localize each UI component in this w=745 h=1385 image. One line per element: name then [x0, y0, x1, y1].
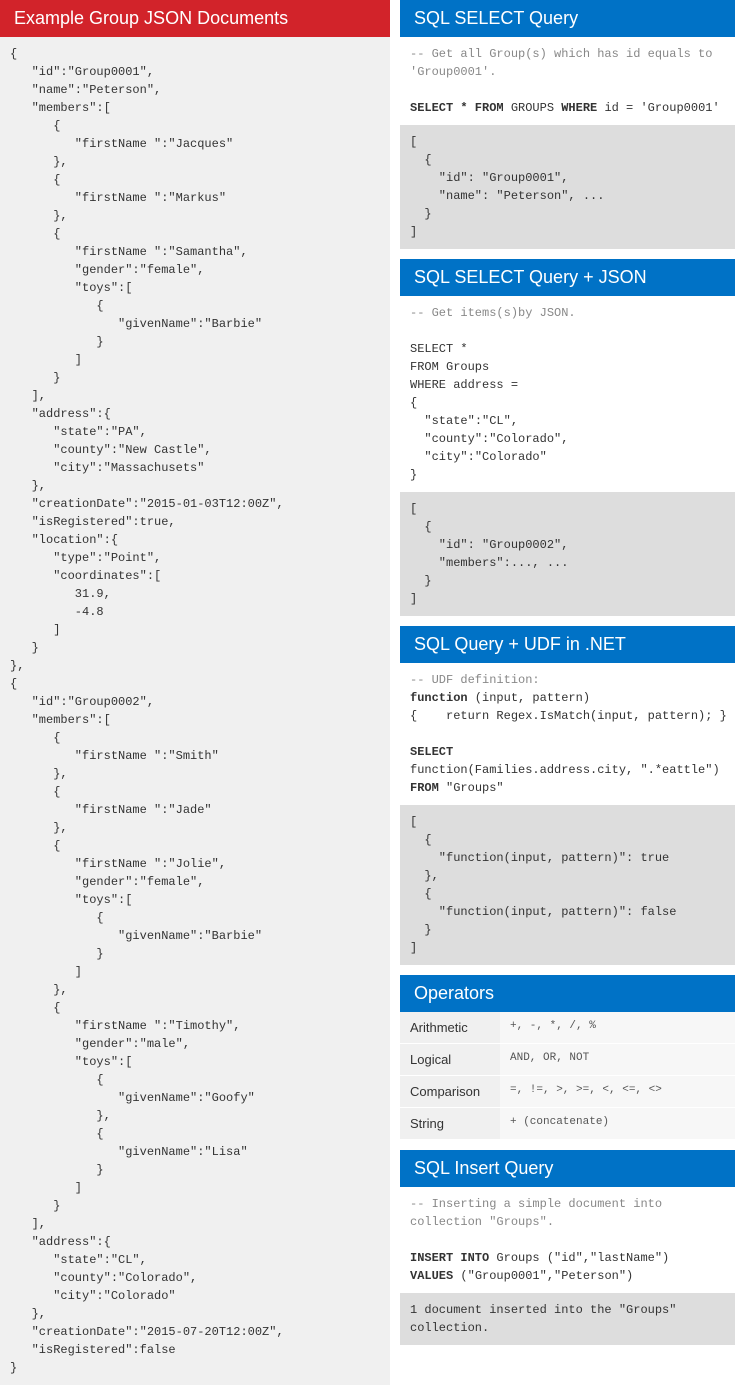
op-val: + (concatenate)	[500, 1108, 735, 1139]
op-row-string: String + (concatenate)	[400, 1108, 735, 1140]
op-label: Comparison	[400, 1076, 500, 1107]
panel-insert: SQL Insert Query -- Inserting a simple d…	[400, 1150, 735, 1345]
select-comment: -- Get all Group(s) which has id equals …	[410, 47, 720, 79]
insert-query: INSERT INTO Groups ("id","lastName") VAL…	[410, 1251, 669, 1283]
left-column: Example Group JSON Documents { "id":"Gro…	[0, 0, 390, 1385]
selectjson-query: SELECT * FROM Groups WHERE address = { "…	[410, 342, 568, 482]
panel-udf: SQL Query + UDF in .NET -- UDF definitio…	[400, 626, 735, 965]
panel-selectjson: SQL SELECT Query + JSON -- Get items(s)b…	[400, 259, 735, 616]
operators-table: Arithmetic +, -, *, /, % Logical AND, OR…	[400, 1012, 735, 1140]
json-documents: { "id":"Group0001", "name":"Peterson", "…	[0, 37, 390, 1385]
select-query: SELECT * FROM GROUPS WHERE id = 'Group00…	[410, 101, 720, 115]
op-val: +, -, *, /, %	[500, 1012, 735, 1043]
panel-selectjson-header: SQL SELECT Query + JSON	[400, 259, 735, 296]
op-row-logical: Logical AND, OR, NOT	[400, 1044, 735, 1076]
op-label: Arithmetic	[400, 1012, 500, 1043]
op-val: AND, OR, NOT	[500, 1044, 735, 1075]
select-body: -- Get all Group(s) which has id equals …	[400, 37, 735, 125]
op-val: =, !=, >, >=, <, <=, <>	[500, 1076, 735, 1107]
select-result: [ { "id": "Group0001", "name": "Peterson…	[400, 125, 735, 249]
insert-body: -- Inserting a simple document into coll…	[400, 1187, 735, 1293]
op-row-arithmetic: Arithmetic +, -, *, /, %	[400, 1012, 735, 1044]
panel-operators-header: Operators	[400, 975, 735, 1012]
op-row-comparison: Comparison =, !=, >, >=, <, <=, <>	[400, 1076, 735, 1108]
panel-insert-header: SQL Insert Query	[400, 1150, 735, 1187]
panel-select: SQL SELECT Query -- Get all Group(s) whi…	[400, 0, 735, 249]
panel-udf-header: SQL Query + UDF in .NET	[400, 626, 735, 663]
panel-operators: Operators Arithmetic +, -, *, /, % Logic…	[400, 975, 735, 1140]
left-header: Example Group JSON Documents	[0, 0, 390, 37]
selectjson-result: [ { "id": "Group0002", "members":..., ..…	[400, 492, 735, 616]
panel-select-header: SQL SELECT Query	[400, 0, 735, 37]
udf-result: [ { "function(input, pattern)": true }, …	[400, 805, 735, 965]
selectjson-body: -- Get items(s)by JSON. SELECT * FROM Gr…	[400, 296, 735, 492]
selectjson-comment: -- Get items(s)by JSON.	[410, 306, 576, 320]
op-label: String	[400, 1108, 500, 1139]
insert-comment: -- Inserting a simple document into coll…	[410, 1197, 669, 1229]
op-label: Logical	[400, 1044, 500, 1075]
right-column: SQL SELECT Query -- Get all Group(s) whi…	[400, 0, 735, 1385]
udf-body: -- UDF definition: function (input, patt…	[400, 663, 735, 805]
